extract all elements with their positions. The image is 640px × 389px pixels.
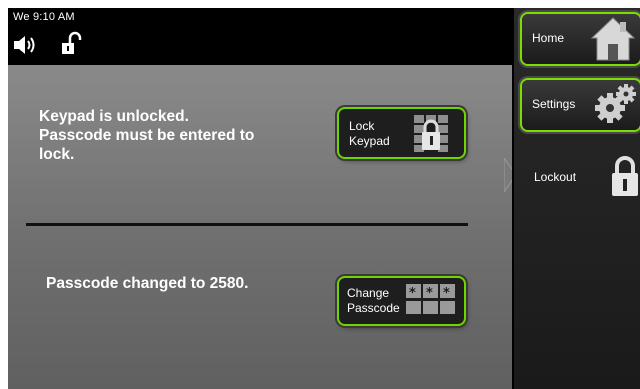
section-divider xyxy=(26,223,468,226)
change-passcode-button[interactable]: Change Passcode * * * xyxy=(339,278,464,324)
padlock-icon xyxy=(608,154,640,203)
keypad-status-message: Keypad is unlocked. Passcode must be ent… xyxy=(39,108,255,163)
svg-text:*: * xyxy=(426,286,433,301)
unlocked-padlock-icon xyxy=(60,31,84,60)
change-passcode-label: Change Passcode xyxy=(347,286,400,315)
svg-text:*: * xyxy=(443,286,450,301)
sidebar-nav: Home Settings Lockout xyxy=(512,8,640,389)
keypad-lock-icon xyxy=(414,113,454,158)
sidebar-item-settings[interactable]: Settings xyxy=(522,80,640,130)
sidebar-item-label: Home xyxy=(532,31,565,45)
gear-icon xyxy=(592,82,638,133)
lockout-panel: Keypad is unlocked. Passcode must be ent… xyxy=(8,65,512,389)
sidebar-item-home[interactable]: Home xyxy=(522,14,640,64)
svg-text:*: * xyxy=(409,286,416,301)
sidebar-item-label: Settings xyxy=(532,97,576,111)
speaker-volume-icon[interactable] xyxy=(13,35,41,60)
sidebar-item-label: Lockout xyxy=(534,170,577,184)
touchscreen: We 9:10 AM Keypad is unlocked. Passcode … xyxy=(8,8,640,389)
clock: We 9:10 AM xyxy=(13,11,75,23)
lock-keypad-label: Lock Keypad xyxy=(349,119,390,148)
status-bar: We 9:10 AM xyxy=(8,8,512,65)
passcode-dots-icon: * * * xyxy=(406,284,456,323)
passcode-status-message: Passcode changed to 2580. xyxy=(46,275,249,292)
home-icon xyxy=(590,16,636,67)
lock-keypad-button[interactable]: Lock Keypad xyxy=(339,109,464,157)
sidebar-item-lockout[interactable]: Lockout xyxy=(514,146,640,206)
